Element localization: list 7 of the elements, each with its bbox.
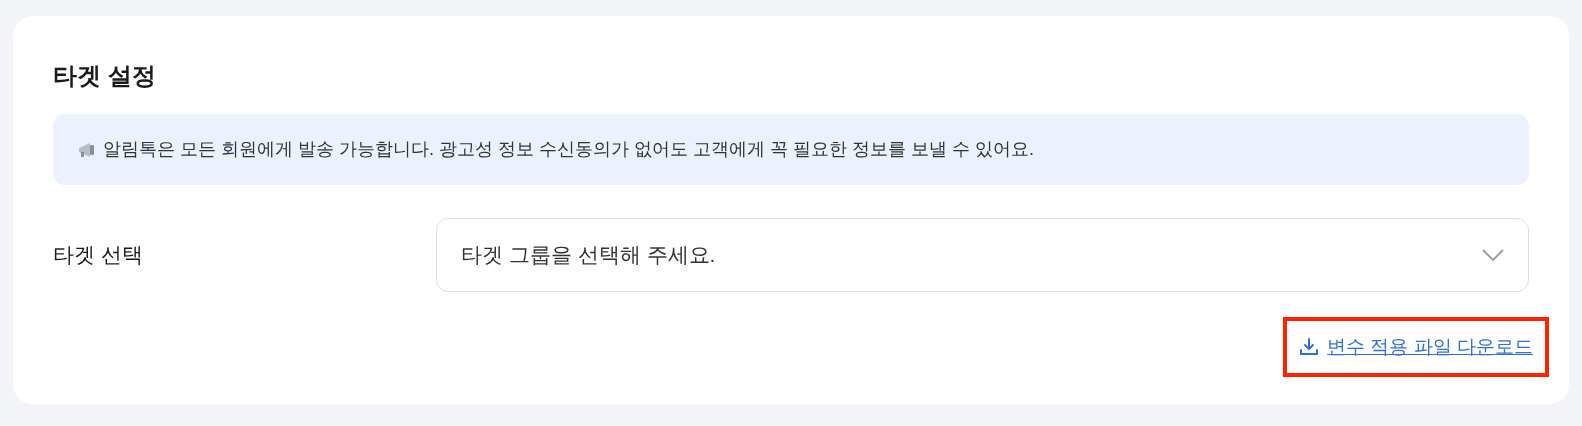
download-icon [1299, 337, 1320, 357]
notice-text: 알림톡은 모든 회원에게 발송 가능합니다. 광고성 정보 수신동의가 없어도 고객에게 꼭 필요한 정보를 보낼 수 있어요. [103, 138, 1035, 161]
target-select[interactable]: 타겟 그룹을 선택해 주세요. [436, 218, 1529, 292]
section-title: 타겟 설정 [53, 61, 157, 91]
download-link[interactable]: 변수 적용 파일 다운로드 [1283, 317, 1549, 377]
field-label: 타겟 선택 [53, 242, 144, 269]
chevron-down-icon [1482, 249, 1504, 261]
